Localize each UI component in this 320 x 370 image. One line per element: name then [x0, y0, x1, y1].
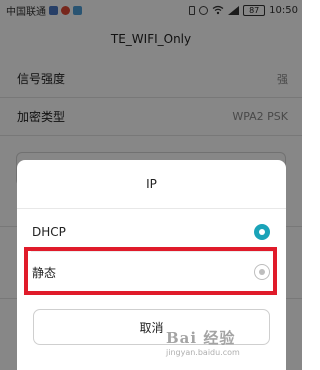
dialog-divider — [17, 208, 286, 209]
option-label: DHCP — [32, 225, 66, 239]
option-dhcp[interactable]: DHCP — [17, 212, 286, 252]
radio-selected-icon[interactable] — [254, 224, 270, 240]
dialog-title: IP — [146, 177, 157, 191]
cancel-button[interactable]: 取消 — [33, 309, 270, 345]
highlight-annotation — [24, 247, 277, 295]
